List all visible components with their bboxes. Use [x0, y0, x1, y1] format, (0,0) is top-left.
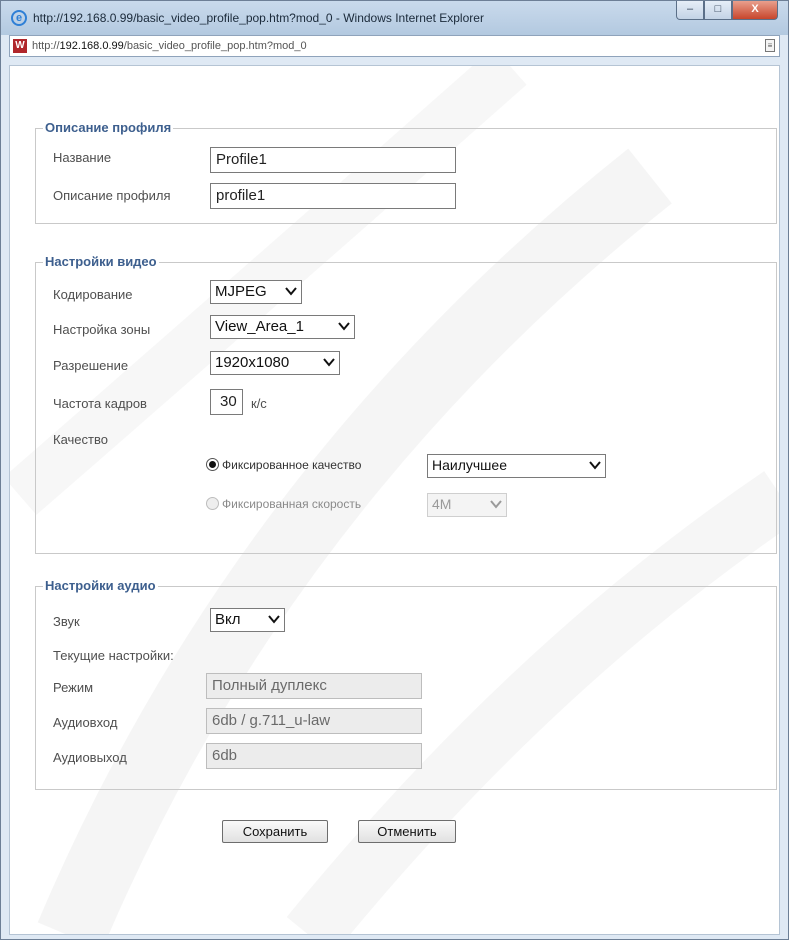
encoding-select[interactable]: MJPEG: [210, 280, 302, 304]
framerate-unit: к/с: [251, 396, 267, 411]
audio-in-field: 6db / g.711_u-law: [206, 708, 422, 734]
current-settings-label: Текущие настройки:: [53, 648, 174, 663]
fixed-quality-value: Наилучшее: [432, 457, 507, 473]
cancel-button[interactable]: Отменить: [358, 820, 456, 843]
audio-in-label: Аудиовход: [53, 715, 118, 730]
audio-section-legend: Настройки аудио: [43, 578, 158, 593]
url-host: 192.168.0.99: [59, 40, 124, 52]
fixed-bitrate-radio[interactable]: [206, 497, 219, 510]
framerate-label: Частота кадров: [53, 396, 147, 411]
chevron-down-icon: [268, 615, 280, 624]
chevron-down-icon: [490, 500, 502, 509]
encoding-label: Кодирование: [53, 287, 133, 302]
fixed-quality-select[interactable]: Наилучшее: [427, 454, 606, 478]
resolution-label: Разрешение: [53, 358, 129, 373]
maximize-button[interactable]: □: [704, 1, 732, 20]
fixed-bitrate-select[interactable]: 4M: [427, 493, 507, 517]
zone-value: View_Area_1: [215, 318, 304, 335]
fixed-quality-label[interactable]: Фиксированное качество: [222, 458, 361, 472]
profile-description-section: Описание профиля: [35, 120, 777, 224]
sound-label: Звук: [53, 614, 80, 629]
minimize-button[interactable]: –: [676, 1, 704, 20]
profile-description-input[interactable]: profile1: [210, 183, 456, 209]
mode-field: Полный дуплекс: [206, 673, 422, 699]
fixed-bitrate-value: 4M: [432, 496, 452, 512]
chevron-down-icon: [285, 287, 297, 296]
fixed-bitrate-label[interactable]: Фиксированная скорость: [222, 497, 361, 511]
url-prefix: http://: [32, 40, 60, 52]
chevron-down-icon: [338, 322, 350, 331]
sound-value: Вкл: [215, 611, 241, 628]
encoding-value: MJPEG: [215, 283, 267, 300]
audio-out-label: Аудиовыход: [53, 750, 127, 765]
name-label: Название: [53, 150, 112, 165]
url-path: /basic_video_profile_pop.htm?mod_0: [123, 40, 307, 52]
site-favicon-icon: W: [13, 39, 27, 53]
window-title: http://192.168.0.99/basic_video_profile_…: [33, 11, 484, 25]
window-controls: – □ X: [676, 1, 778, 21]
video-section-legend: Настройки видео: [43, 254, 159, 269]
zone-select[interactable]: View_Area_1: [210, 315, 355, 339]
resolution-select[interactable]: 1920x1080: [210, 351, 340, 375]
title-bar[interactable]: e http://192.168.0.99/basic_video_profil…: [1, 1, 788, 35]
address-bar[interactable]: W http://192.168.0.99/basic_video_profil…: [9, 35, 780, 57]
close-button[interactable]: X: [732, 1, 778, 20]
description-label: Описание профиля: [53, 188, 171, 203]
chevron-down-icon: [589, 461, 601, 470]
browser-window: e http://192.168.0.99/basic_video_profil…: [0, 0, 789, 940]
fixed-quality-radio[interactable]: [206, 458, 219, 471]
zone-label: Настройка зоны: [53, 322, 151, 337]
framerate-input[interactable]: 30: [210, 389, 243, 415]
page-content: Описание профиля Название Profile1 Описа…: [9, 65, 780, 935]
resolution-value: 1920x1080: [215, 354, 290, 371]
mode-label: Режим: [53, 680, 94, 695]
chevron-down-icon: [323, 358, 335, 367]
profile-section-legend: Описание профиля: [43, 120, 174, 135]
save-button[interactable]: Сохранить: [222, 820, 328, 843]
quality-label: Качество: [53, 432, 108, 447]
address-url[interactable]: http://192.168.0.99/basic_video_profile_…: [32, 40, 307, 52]
internet-explorer-icon: e: [11, 10, 27, 26]
profile-name-input[interactable]: Profile1: [210, 147, 456, 173]
page-icon[interactable]: ≡: [765, 39, 775, 52]
sound-select[interactable]: Вкл: [210, 608, 285, 632]
audio-out-field: 6db: [206, 743, 422, 769]
